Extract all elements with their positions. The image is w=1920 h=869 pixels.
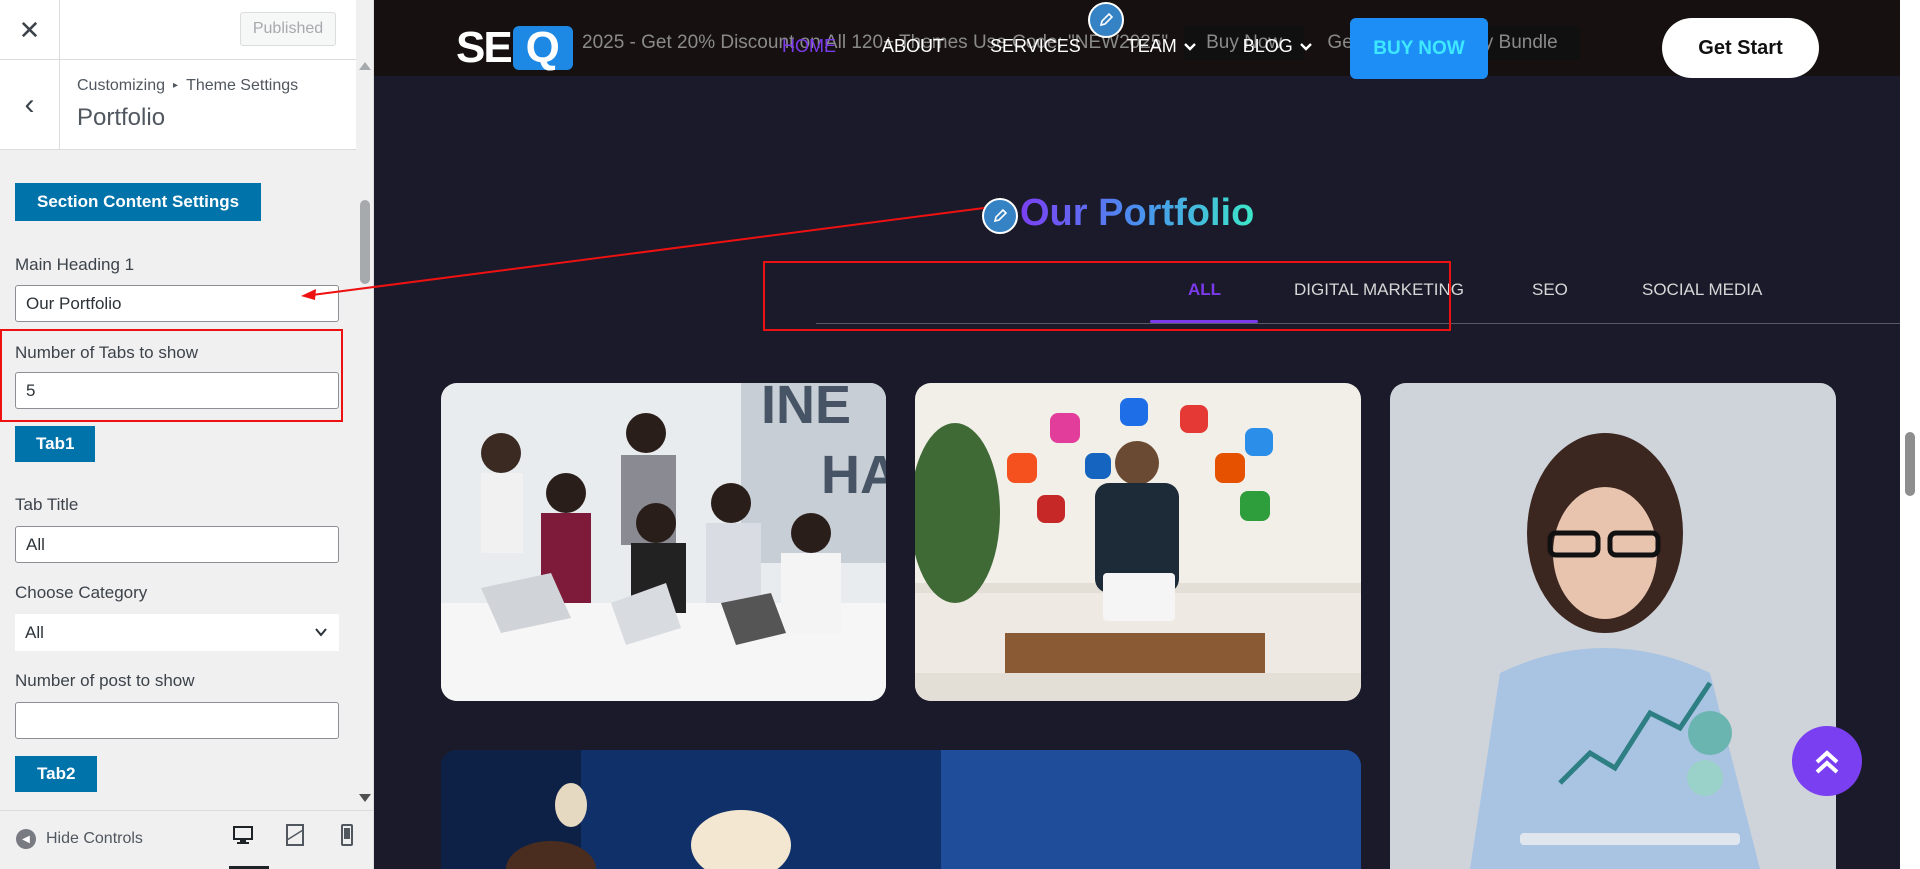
- annotation-arrow: [301, 207, 985, 300]
